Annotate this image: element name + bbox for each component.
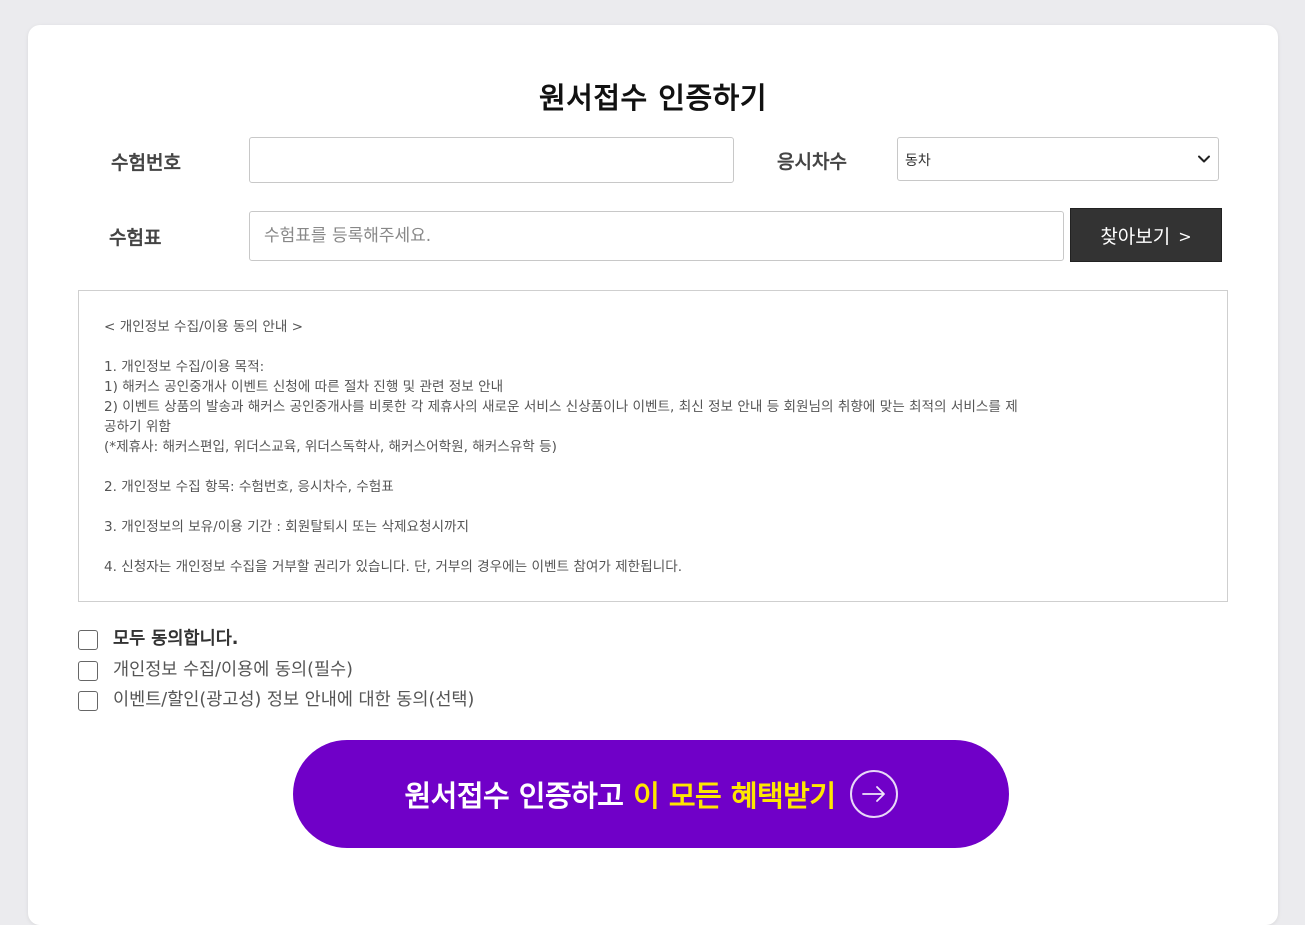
chevron-down-icon <box>1198 155 1210 163</box>
notice-line: 1. 개인정보 수집/이용 목적: <box>104 359 265 375</box>
cta-text: 원서접수 인증하고 이 모든 혜택받기 <box>404 773 836 815</box>
agree-required-row[interactable]: 개인정보 수집/이용에 동의(필수) <box>78 656 353 681</box>
verify-submit-button[interactable]: 원서접수 인증하고 이 모든 혜택받기 <box>293 740 1009 848</box>
session-selected-value: 동차 <box>905 153 931 169</box>
notice-line: 4. 신청자는 개인정보 수집을 거부할 권리가 있습니다. 단, 거부의 경우… <box>104 559 683 575</box>
session-label: 응시차수 <box>777 151 847 173</box>
notice-line: 1) 해커스 공인중개사 이벤트 신청에 따른 절차 진행 및 관련 정보 안내 <box>104 379 504 395</box>
agree-required-checkbox[interactable] <box>78 660 98 681</box>
notice-line: 2) 이벤트 상품의 발송과 해커스 공인중개사를 비롯한 각 제휴사의 새로운… <box>104 399 1018 415</box>
agree-optional-checkbox[interactable] <box>78 690 98 711</box>
agree-required-label[interactable]: 개인정보 수집/이용에 동의(필수) <box>113 656 353 681</box>
find-button-arrow-icon: > <box>1178 227 1192 246</box>
session-select[interactable]: 동차 <box>897 137 1219 181</box>
privacy-notice: < 개인정보 수집/이용 동의 안내 > 1. 개인정보 수집/이용 목적: 1… <box>78 290 1228 602</box>
notice-line: 2. 개인정보 수집 항목: 수험번호, 응시차수, 수험표 <box>104 479 394 495</box>
cta-text-main: 원서접수 인증하고 <box>404 779 634 813</box>
notice-heading: < 개인정보 수집/이용 동의 안내 > <box>104 319 304 335</box>
notice-line: (*제휴사: 해커스편입, 위더스교육, 위더스독학사, 해커스어학원, 해커스… <box>104 439 557 455</box>
arrow-right-icon <box>861 786 885 802</box>
agree-optional-row[interactable]: 이벤트/할인(광고성) 정보 안내에 대한 동의(선택) <box>78 686 474 711</box>
ticket-label: 수험표 <box>109 227 162 249</box>
exam-number-input[interactable] <box>249 137 734 183</box>
agree-all-checkbox[interactable] <box>78 629 98 650</box>
page-title: 원서접수 인증하기 <box>538 81 768 115</box>
agree-all-row[interactable]: 모두 동의합니다. <box>78 625 238 650</box>
notice-line: 공하기 위함 <box>104 419 171 435</box>
agree-all-label[interactable]: 모두 동의합니다. <box>113 625 238 650</box>
agree-optional-label[interactable]: 이벤트/할인(광고성) 정보 안내에 대한 동의(선택) <box>113 686 474 711</box>
ticket-input[interactable] <box>249 211 1064 261</box>
notice-line: 3. 개인정보의 보유/이용 기간 : 회원탈퇴시 또는 삭제요청시까지 <box>104 519 470 535</box>
arrow-right-circle-icon <box>849 770 898 818</box>
cta-text-highlight: 이 모든 혜택받기 <box>633 779 836 813</box>
verification-card: 원서접수 인증하기 수험번호 응시차수 동차 수험표 찾아보기 > < 개인정보… <box>28 25 1278 925</box>
exam-number-label: 수험번호 <box>111 152 181 174</box>
find-button[interactable]: 찾아보기 > <box>1070 208 1222 262</box>
find-button-label: 찾아보기 <box>1100 225 1171 248</box>
